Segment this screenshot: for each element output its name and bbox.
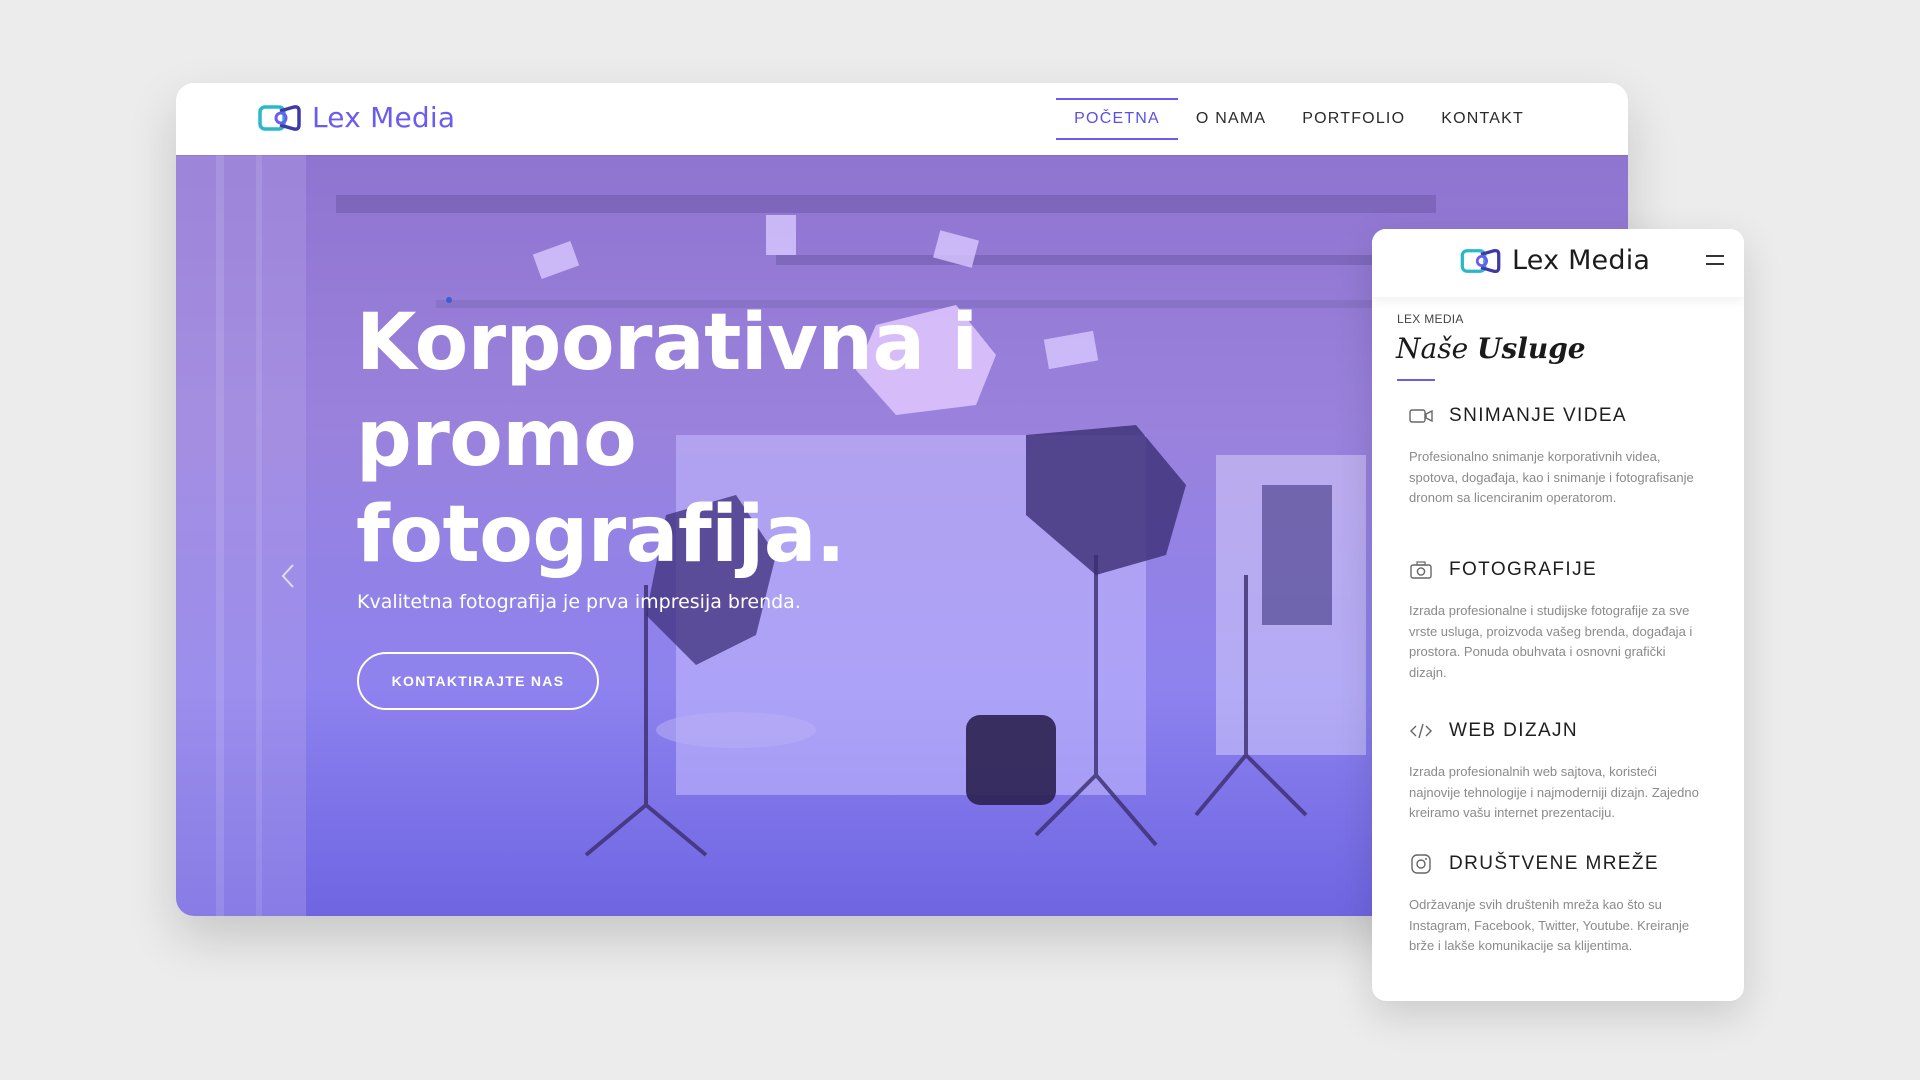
section-kicker: LEX MEDIA — [1397, 312, 1464, 326]
mobile-logo[interactable]: Lex Media — [1460, 245, 1650, 276]
service-item-video: SNIMANJE VIDEA Profesionalno snimanje ko… — [1409, 405, 1709, 509]
mobile-mockup: Lex Media LEX MEDIA Naše Usluge SNIMANJE… — [1372, 229, 1744, 1001]
service-title: FOTOGRAFIJE — [1449, 559, 1598, 580]
section-heading-light: Naše — [1396, 332, 1469, 365]
desktop-menu: POČETNA O NAMA PORTFOLIO KONTAKT — [1056, 98, 1542, 140]
service-description: Izrada profesionalne i studijske fotogra… — [1409, 603, 1693, 680]
service-title: WEB DIZAJN — [1449, 720, 1579, 741]
service-description: Održavanje svih društenih mreža kao što … — [1409, 897, 1690, 953]
section-heading: Naše Usluge — [1396, 332, 1586, 365]
desktop-navbar: Lex Media POČETNA O NAMA PORTFOLIO KONTA… — [176, 83, 1628, 155]
desktop-logo-text: Lex Media — [312, 101, 456, 134]
hero-title-line: Korporativna i — [356, 298, 978, 388]
video-camera-icon — [1409, 409, 1433, 423]
code-icon — [1410, 723, 1432, 739]
contact-us-button[interactable]: KONTAKTIRAJTE NAS — [357, 652, 599, 710]
hero-title: Korporativna i promo fotografija. — [356, 295, 996, 583]
instagram-icon — [1411, 854, 1431, 874]
service-item-web: WEB DIZAJN Izrada profesionalnih web saj… — [1409, 720, 1709, 824]
lex-media-logo-icon — [1460, 248, 1501, 273]
nav-item-portfolio[interactable]: PORTFOLIO — [1284, 98, 1423, 140]
hero-subtitle: Kvalitetna fotografija je prva impresija… — [357, 591, 801, 613]
hamburger-icon[interactable] — [1706, 255, 1724, 267]
mobile-logo-text: Lex Media — [1512, 245, 1651, 276]
nav-item-o-nama[interactable]: O NAMA — [1178, 98, 1284, 140]
hero-title-line: promo — [356, 394, 637, 484]
camera-icon — [1410, 561, 1432, 579]
chevron-left-icon[interactable] — [276, 563, 302, 589]
service-title: SNIMANJE VIDEA — [1449, 405, 1627, 426]
mobile-header: Lex Media — [1372, 229, 1744, 297]
nav-item-pocetna[interactable]: POČETNA — [1056, 98, 1178, 140]
hero-title-line: fotografija. — [356, 490, 846, 580]
section-heading-bold: Usluge — [1477, 332, 1586, 365]
service-description: Izrada profesionalnih web sajtova, koris… — [1409, 764, 1699, 820]
service-item-social: DRUŠTVENE MREŽE Održavanje svih društeni… — [1409, 853, 1709, 957]
service-description: Profesionalno snimanje korporativnih vid… — [1409, 449, 1694, 505]
lex-media-logo-icon — [258, 104, 301, 131]
desktop-logo[interactable]: Lex Media — [258, 101, 455, 134]
heading-underline — [1397, 379, 1435, 381]
service-item-photo: FOTOGRAFIJE Izrada profesionalne i studi… — [1409, 559, 1709, 683]
service-title: DRUŠTVENE MREŽE — [1449, 853, 1659, 874]
nav-item-kontakt[interactable]: KONTAKT — [1423, 98, 1542, 140]
